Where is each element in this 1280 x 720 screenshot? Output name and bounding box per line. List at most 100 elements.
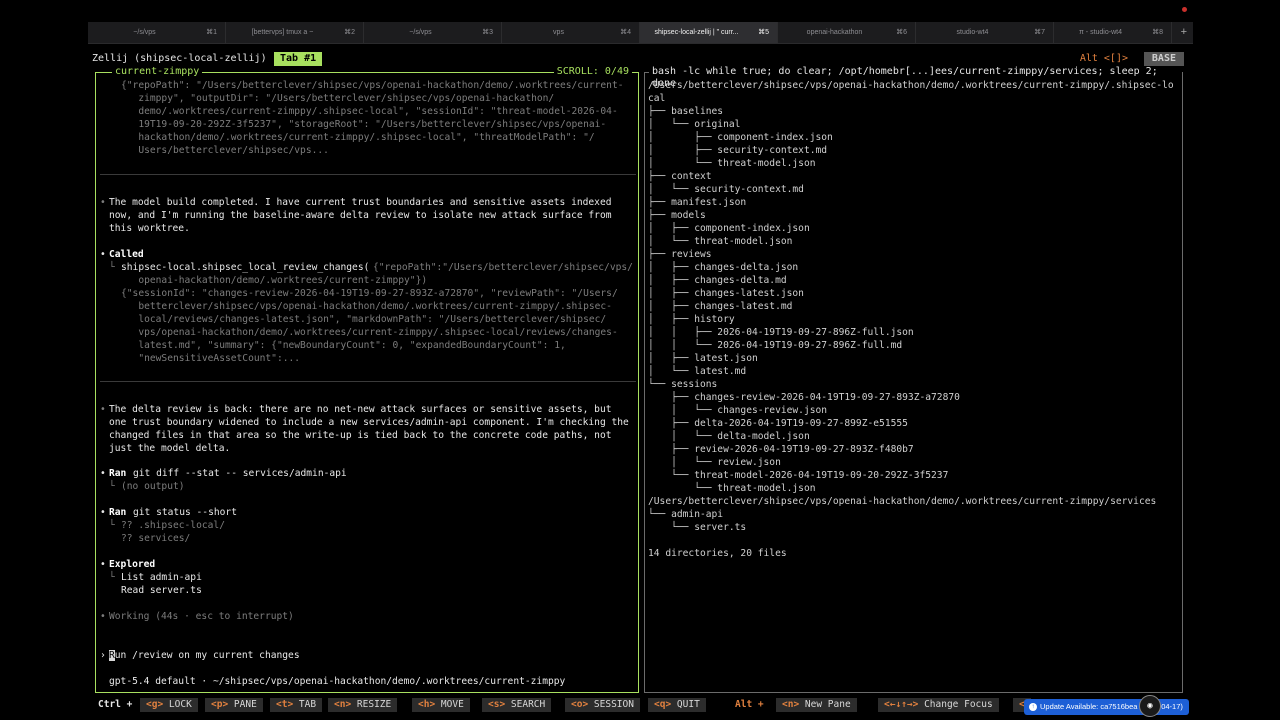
keybinding-label: New Pane bbox=[804, 699, 851, 710]
tool-result-line: 19T19-09-20-292Z-3f5237", "storageRoot":… bbox=[121, 119, 607, 130]
tree-line: │ └── threat-model.json bbox=[648, 158, 816, 169]
called-label: Called bbox=[109, 249, 144, 260]
command-output: ?? .shipsec-local/ bbox=[121, 520, 225, 531]
zellij-header: Zellij (shipsec-local-zellij) Tab #1 Alt… bbox=[92, 51, 1192, 67]
prompt-chevron-icon: › bbox=[100, 650, 106, 661]
working-status: Working (44s · esc to interrupt) bbox=[109, 611, 294, 622]
tree-line: ├── reviews bbox=[648, 249, 712, 260]
tree-corner-icon: └ bbox=[109, 520, 115, 531]
tree-watch-pane[interactable]: bash -lc while true; do clear; /opt/home… bbox=[644, 66, 1183, 693]
keybinding-session[interactable]: <o> SESSION bbox=[565, 698, 640, 712]
spinner-icon: • bbox=[100, 611, 106, 622]
message-line: The delta review is back: there are no n… bbox=[109, 404, 612, 415]
divider bbox=[100, 381, 636, 382]
update-available-badge[interactable]: ↑ Update Available: ca7516bea (2026-04-17… bbox=[1024, 699, 1189, 715]
tool-result-line: latest.md", "summary": {"newBoundaryCoun… bbox=[121, 340, 566, 351]
tree-line: ├── delta-2026-04-19T19-09-27-899Z-e5155… bbox=[648, 418, 908, 429]
window-tab-3[interactable]: ~/s/vps ⌘3 bbox=[364, 22, 502, 43]
keybinding-label: MOVE bbox=[440, 699, 464, 710]
ran-label: Ran bbox=[109, 507, 127, 518]
tree-line: │ ├── changes-delta.md bbox=[648, 275, 787, 286]
codex-pane[interactable]: current-zimppy SCROLL: 0/49 {"repoPath":… bbox=[95, 66, 639, 693]
window-tab-7[interactable]: studio-wt4 ⌘7 bbox=[916, 22, 1054, 43]
window-tab-title: ~/s/vps bbox=[409, 29, 432, 36]
bullet-icon: • bbox=[100, 197, 106, 208]
tree-line: │ ├── changes-latest.json bbox=[648, 288, 804, 299]
window-tab-title: π - studio-wt4 bbox=[1079, 29, 1122, 36]
window-tab-1[interactable]: ~/s/vps ⌘1 bbox=[88, 22, 226, 43]
prompt-input[interactable]: Run /review on my current changes bbox=[109, 649, 300, 662]
message-line: just the model delta. bbox=[109, 443, 231, 454]
zellij-session-label: Zellij (shipsec-local-zellij) bbox=[92, 53, 267, 64]
notification-dot bbox=[1182, 7, 1187, 12]
keybinding-search[interactable]: <s> SEARCH bbox=[482, 698, 552, 712]
alt-modifier: Alt + bbox=[735, 699, 764, 710]
keybinding-label: SESSION bbox=[593, 699, 634, 710]
user-avatar-icon[interactable]: ◉ bbox=[1139, 695, 1161, 717]
tool-result-line: hackathon/demo/.worktrees/current-zimppy… bbox=[121, 132, 595, 143]
window-tab-shortcut: ⌘4 bbox=[620, 29, 631, 36]
terminal-tab-bar: ~/s/vps ⌘1 [bettervps] tmux a ~ ⌘2 ~/s/vps… bbox=[88, 22, 1193, 44]
tree-line: ├── context bbox=[648, 171, 712, 182]
ctrl-modifier: Ctrl + bbox=[98, 699, 133, 710]
window-tab-6[interactable]: openai-hackathon ⌘6 bbox=[778, 22, 916, 43]
explored-item: Read server.ts bbox=[121, 585, 202, 596]
tool-result-line: "newSensitiveAssetCount":... bbox=[121, 353, 301, 364]
keybinding-quit[interactable]: <q> QUIT bbox=[648, 698, 706, 712]
window-tab-5[interactable]: shipsec-local-zellij | " curr... ⌘5 bbox=[640, 22, 778, 43]
command-output: (no output) bbox=[121, 481, 185, 492]
message-line: now, and I'm running the baseline-aware … bbox=[109, 210, 612, 221]
tree-line: │ │ ├── 2026-04-19T19-09-27-896Z-full.js… bbox=[648, 327, 914, 338]
tree-line: │ └── changes-review.json bbox=[648, 405, 828, 416]
bullet-icon: • bbox=[100, 249, 106, 260]
explored-item: List admin-api bbox=[121, 572, 202, 583]
window-tab-title: ~/s/vps bbox=[133, 29, 156, 36]
window-tab-shortcut: ⌘3 bbox=[482, 29, 493, 36]
tree-line: │ ├── latest.json bbox=[648, 353, 758, 364]
bullet-icon: • bbox=[100, 559, 106, 570]
window-tab-8[interactable]: π - studio-wt4 ⌘8 bbox=[1054, 22, 1172, 43]
tool-result-line: local/reviews/changes-latest.json", "mar… bbox=[121, 314, 607, 325]
command-text: git status --short bbox=[133, 507, 237, 518]
keybinding-tab[interactable]: <t> TAB bbox=[270, 698, 323, 712]
keybinding-key: <q> bbox=[654, 699, 672, 710]
tree-line: │ │ └── 2026-04-19T19-09-27-896Z-full.md bbox=[648, 340, 903, 351]
new-tab-plus-icon[interactable]: + bbox=[1181, 22, 1187, 43]
message-line: this worktree. bbox=[109, 223, 190, 234]
window-tab-shortcut: ⌘5 bbox=[758, 29, 769, 36]
keybinding-label: TAB bbox=[298, 699, 317, 710]
zellij-tab-1[interactable]: Tab #1 bbox=[274, 52, 323, 66]
ran-label: Ran bbox=[109, 468, 127, 479]
tree-line: └── threat-model.json bbox=[648, 483, 816, 494]
message-line: The model build completed. I have curren… bbox=[109, 197, 612, 208]
keybinding-new-pane[interactable]: <n> New Pane bbox=[776, 698, 857, 712]
tree-line: │ ├── changes-delta.json bbox=[648, 262, 799, 273]
keybinding-key: <s> bbox=[488, 699, 506, 710]
window-tab-4[interactable]: vps ⌘4 bbox=[502, 22, 640, 43]
window-tab-title: [bettervps] tmux a ~ bbox=[251, 29, 314, 36]
tool-result-line: Users/betterclever/shipsec/vps... bbox=[121, 145, 329, 156]
tree-line: │ ├── component-index.json bbox=[648, 223, 810, 234]
window-tab-2[interactable]: [bettervps] tmux a ~ ⌘2 bbox=[226, 22, 364, 43]
tree-line: └── threat-model-2026-04-19T19-09-20-292… bbox=[648, 470, 949, 481]
tree-line: ├── models bbox=[648, 210, 706, 221]
keybinding-label: SEARCH bbox=[510, 699, 546, 710]
keybinding-key: <n> bbox=[782, 699, 800, 710]
window-tab-shortcut: ⌘7 bbox=[1034, 29, 1045, 36]
message-line: one trust boundary widened to include a … bbox=[109, 417, 629, 428]
window-tab-title: openai-hackathon bbox=[806, 29, 863, 36]
keybinding-pane[interactable]: <p> PANE bbox=[205, 698, 263, 712]
bullet-icon: • bbox=[100, 404, 106, 415]
window-tab-title: studio-wt4 bbox=[956, 29, 989, 36]
keybinding-resize[interactable]: <n> RESIZE bbox=[328, 698, 398, 712]
keybinding-change-focus[interactable]: <←↓↑→> Change Focus bbox=[878, 698, 999, 712]
keybinding-move[interactable]: <h> MOVE bbox=[412, 698, 470, 712]
window-tab-shortcut: ⌘1 bbox=[206, 29, 217, 36]
keybinding-lock[interactable]: <g> LOCK bbox=[140, 698, 198, 712]
tree-line: 14 directories, 20 files bbox=[648, 548, 787, 559]
tree-line: cal bbox=[648, 93, 666, 104]
divider bbox=[100, 174, 636, 175]
keybinding-label: Change Focus bbox=[924, 699, 993, 710]
keybinding-key: <o> bbox=[571, 699, 589, 710]
tool-call-args: {"repoPath":"/Users/betterclever/shipsec… bbox=[373, 262, 633, 273]
